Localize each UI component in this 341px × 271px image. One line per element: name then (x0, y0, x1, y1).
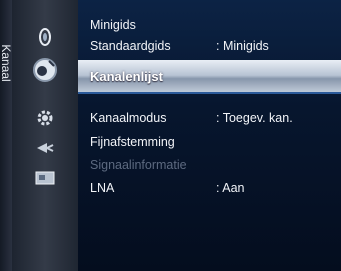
channel-menu: Minigids Standaardgids : Minigids Kanale… (78, 0, 341, 271)
picture-icon[interactable] (12, 22, 78, 52)
tv-menu-screen: Kanaal Minigids Standaardgids : Minigids… (0, 0, 341, 271)
channel-icon[interactable] (12, 55, 78, 85)
application-icon[interactable] (12, 163, 78, 193)
menu-item-kanalenlijst[interactable]: Kanalenlijst (78, 60, 341, 94)
input-icon[interactable] (12, 133, 78, 163)
menu-icon-column (12, 0, 83, 271)
menu-item-lna[interactable]: LNA (90, 180, 114, 196)
standaardgids-value: : Minigids (216, 39, 269, 53)
category-strip: Kanaal (0, 0, 13, 271)
kanaalmodus-value: : Toegev. kan. (216, 111, 293, 125)
menu-item-kanaalmodus[interactable]: Kanaalmodus (90, 110, 166, 126)
kanalenlijst-label: Kanalenlijst (90, 69, 163, 84)
setup-icon[interactable] (12, 103, 78, 133)
lna-value: : Aan (216, 181, 245, 195)
menu-item-signaalinformatie: Signaalinformatie (90, 158, 187, 172)
menu-item-standaardgids[interactable]: Standaardgids (90, 38, 171, 54)
highlight-underline (78, 92, 341, 94)
menu-item-minigids[interactable]: Minigids (90, 17, 136, 33)
menu-item-fijnafstemming[interactable]: Fijnafstemming (90, 134, 175, 150)
